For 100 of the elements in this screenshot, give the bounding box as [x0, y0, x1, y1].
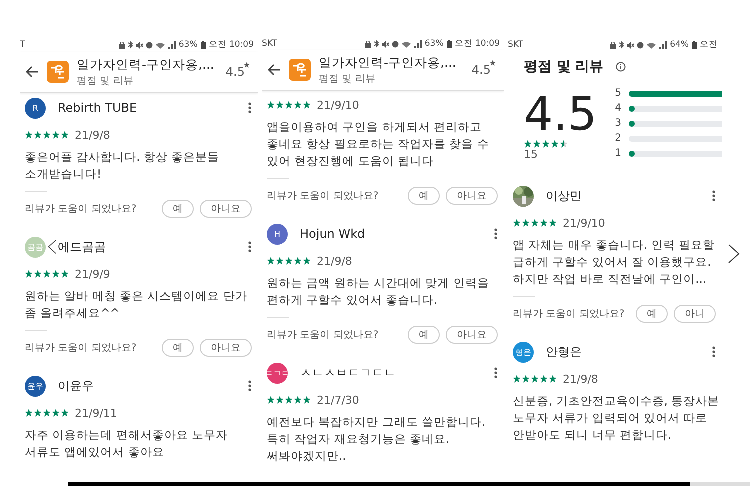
- back-icon[interactable]: [268, 64, 281, 76]
- chevron-left-icon: [48, 238, 56, 256]
- more-icon[interactable]: [248, 380, 252, 392]
- more-icon[interactable]: [494, 367, 498, 379]
- carrier-label: SKT: [262, 39, 278, 49]
- bluetooth-icon: [128, 41, 133, 49]
- bluetooth-icon: [619, 41, 624, 49]
- yes-button[interactable]: 예: [636, 305, 668, 323]
- avatar: 곰곰: [25, 236, 46, 258]
- avatar: H: [267, 224, 288, 244]
- yes-button[interactable]: 예: [408, 187, 440, 205]
- chevron-right-icon: [728, 244, 740, 264]
- review-text: 신분증, 기초안전교육이수증, 통장사본 노무자 서류가 입력되어 있어서 따로 안받아도 되니 너무 편합니다.: [513, 393, 716, 444]
- more-icon[interactable]: [248, 102, 252, 114]
- review-date: 21/9/8: [75, 128, 110, 142]
- review-date: 21/7/30: [317, 394, 360, 406]
- wifi-icon: [156, 42, 165, 48]
- yes-button[interactable]: 예: [408, 326, 440, 344]
- review-date: 21/9/8: [317, 254, 352, 268]
- review-text: 자주 이용하는데 편해서좋아요 노무자 서류도 앱에있어서 좋아요: [25, 427, 229, 461]
- app-rating: 4.5: [226, 65, 245, 79]
- battery-icon: [446, 40, 452, 48]
- mute-icon: [136, 42, 143, 48]
- wifi-icon: [647, 42, 656, 48]
- app-icon: [47, 61, 69, 83]
- page-subtitle: 평점 및 리뷰: [77, 74, 134, 88]
- battery-icon: [692, 41, 697, 49]
- clock: 오전 10:09: [208, 39, 254, 51]
- no-button[interactable]: 아니: [674, 305, 716, 323]
- reviewer-name: 안형은: [546, 344, 582, 360]
- review-text: 예전보다 복잡하지만 그래도 쓸만합니다. 특히 작업자 재요청기능은 좋네요. 써봐야겠지만..: [267, 414, 487, 465]
- no-button[interactable]: 아니요: [200, 339, 252, 357]
- no-button[interactable]: 아니요: [446, 326, 498, 344]
- app-icon: [289, 59, 311, 81]
- carrier-label: T: [20, 40, 26, 50]
- page-subtitle: 평점 및 리뷰: [319, 72, 376, 86]
- review-text: 좋은어플 감사합니다. 항상 좋은분들 소개받습니다!: [25, 149, 221, 183]
- helpful-prompt: 리뷰가 도움이 되었나요?: [267, 329, 380, 342]
- more-icon[interactable]: [712, 190, 716, 202]
- avatar: ㄷㄱㄷ: [267, 362, 288, 384]
- reviewer-name: 이윤우: [58, 378, 94, 394]
- carrier-label: SKT: [508, 40, 524, 50]
- yes-button[interactable]: 예: [162, 339, 194, 357]
- clock: 오전: [700, 39, 718, 51]
- review-date: 21/9/10: [317, 98, 360, 112]
- battery-percent: 63%: [424, 39, 444, 49]
- review-text: 앱 자체는 매우 좋습니다. 인력 필요할 급하게 구할수 있어서 잘 이용했구요. 하지만 작업 바로 직전날에 구인이...: [513, 237, 716, 288]
- reviewer-name: Rebirth TUBE: [58, 101, 138, 115]
- no-button[interactable]: 아니요: [200, 200, 252, 218]
- battery-icon: [200, 41, 206, 49]
- app-title: 일가자인력-구인자용,...: [319, 54, 456, 72]
- app-rating: 4.5: [472, 63, 491, 77]
- more-icon[interactable]: [712, 346, 716, 358]
- reviewer-name: Hojun Wkd: [300, 227, 366, 241]
- star-icon: [490, 60, 496, 66]
- review-date: 21/9/8: [563, 372, 598, 386]
- avatar: 형은: [513, 342, 534, 362]
- reviewer-name: 이상민: [546, 188, 582, 204]
- signal-icon: [414, 40, 422, 48]
- more-icon[interactable]: [248, 241, 252, 253]
- lock-icon: [364, 40, 371, 48]
- scrollbar[interactable]: [68, 482, 750, 486]
- star-label: 3: [615, 118, 622, 129]
- helpful-prompt: 리뷰가 도움이 되었나요?: [513, 308, 626, 321]
- bluetooth-icon: [374, 40, 379, 48]
- review-date: 21/9/9: [75, 268, 110, 280]
- lock-icon: [118, 42, 125, 48]
- signal-icon: [168, 41, 176, 49]
- star-label: 4: [615, 103, 622, 114]
- wifi-icon: [402, 40, 411, 48]
- star-label: 1: [615, 148, 622, 159]
- star-icon: [244, 62, 250, 68]
- next-button[interactable]: [726, 242, 742, 266]
- reviewer-name: 에드곰곰: [58, 238, 106, 256]
- battery-percent: 63%: [178, 40, 198, 50]
- helpful-prompt: 리뷰가 도움이 되었나요?: [25, 342, 138, 355]
- section-title: 평점 및 리뷰: [524, 58, 604, 76]
- battery-percent: 64%: [670, 40, 689, 50]
- mute-icon: [627, 42, 634, 48]
- info-icon[interactable]: [616, 62, 626, 72]
- reviewer-name: ㅅㄴㅅㅂㄷㄱㄷㄴ: [300, 364, 396, 382]
- clock: 오전 10:09: [454, 38, 500, 50]
- previous-button[interactable]: [47, 237, 57, 257]
- app-title: 일가자인력-구인자용,...: [77, 56, 214, 74]
- signal-icon: [659, 41, 668, 49]
- star-label: 5: [615, 88, 622, 99]
- review-text: 원하는 알바 메칭 좋은 시스템이에요 단가 좀 올려주세요^^: [25, 288, 248, 322]
- helpful-prompt: 리뷰가 도움이 되었나요?: [25, 203, 138, 216]
- more-icon[interactable]: [494, 228, 498, 240]
- avatar: R: [25, 98, 46, 118]
- yes-button[interactable]: 예: [162, 200, 194, 218]
- review-text: 원하는 금액 원하는 시간대에 맞게 인력을 편하게 구할수 있어서 좋습니다.: [267, 275, 490, 309]
- review-text: 앱을이용하여 구인을 하게되서 편리하고 좋네요 항상 필요로하는 작업자를 찾을 수 있어 현장진행에 도움이 됩니다: [267, 119, 490, 170]
- rating-count: 15: [524, 148, 539, 161]
- mute-icon: [382, 40, 389, 48]
- average-rating: 4.5: [524, 88, 598, 140]
- helpful-prompt: 리뷰가 도움이 되었나요?: [267, 190, 380, 203]
- review-date: 21/9/10: [563, 216, 606, 230]
- no-button[interactable]: 아니요: [446, 187, 498, 205]
- back-icon[interactable]: [26, 66, 39, 78]
